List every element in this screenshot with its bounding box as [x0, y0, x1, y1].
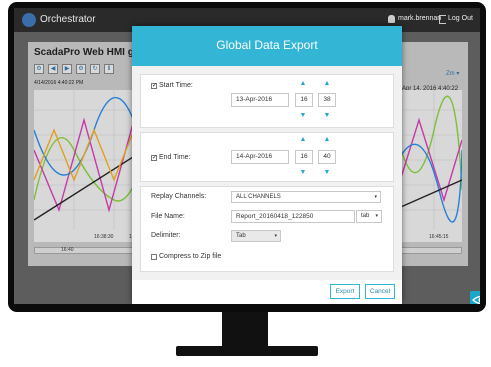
compress-zip-label: Compress to Zip file	[159, 253, 222, 260]
compress-zip-checkbox[interactable]	[151, 254, 157, 260]
toolbar-back-icon[interactable]: ◀	[48, 64, 58, 74]
end-date-input[interactable]: 14-Apr-2016	[231, 150, 289, 164]
end-time-section: ✓ End Time: ▲ ▲ 14-Apr-2016 16 40 ▼ ▼	[140, 132, 394, 182]
monitor-stand-base	[176, 346, 318, 356]
end-minute-down-icon[interactable]: ▼	[322, 169, 332, 176]
file-extension-value: tab	[361, 213, 370, 219]
toolbar-gear-icon[interactable]: ⚙	[76, 64, 86, 74]
start-date-input[interactable]: 13-Apr-2016	[231, 93, 289, 107]
logout-link[interactable]: Log Out	[448, 15, 473, 22]
dialog-title: Global Data Export	[216, 38, 318, 52]
chevron-down-icon: ▾	[274, 233, 277, 239]
start-time-label: Start Time:	[159, 82, 193, 89]
delimiter-label: Delimiter:	[151, 232, 181, 239]
end-hour-up-icon[interactable]: ▲	[298, 136, 308, 143]
tick-label-1: 16:38:30	[94, 234, 114, 240]
panel-title: ScadaPro Web HMI g	[34, 47, 134, 58]
toolbar-settings-icon[interactable]: ⚙	[34, 64, 44, 74]
dialog-header: Global Data Export	[132, 26, 402, 66]
end-time-checkbox[interactable]: ✓	[151, 155, 157, 161]
start-minute-down-icon[interactable]: ▼	[322, 112, 332, 119]
user-icon	[388, 15, 395, 23]
toolbar-refresh-icon[interactable]: ↻	[90, 64, 100, 74]
chevron-down-icon: ▾	[374, 194, 377, 200]
scroll-value: 16:40	[61, 247, 74, 253]
monitor-stand-neck	[222, 312, 268, 348]
monitor-frame: Orchestrator mark.brennan Log Out ScadaP…	[8, 2, 486, 312]
delimiter-value: Tab	[236, 233, 246, 239]
dialog-body: ✓ Start Time: ▲ ▲ 13-Apr-2016 16 38 ▼ ▼ …	[132, 66, 402, 280]
chevron-down-icon: ▾	[375, 213, 378, 219]
start-time-section: ✓ Start Time: ▲ ▲ 13-Apr-2016 16 38 ▼ ▼	[140, 74, 394, 128]
app-logo: Orchestrator	[22, 13, 112, 27]
export-dialog: Global Data Export ✓ Start Time: ▲ ▲ 13-…	[132, 26, 402, 304]
logo-text: Orchestrator	[40, 14, 96, 25]
replay-channels-select[interactable]: ALL CHANNELS ▾	[231, 191, 381, 203]
export-button[interactable]: Export	[330, 284, 360, 299]
end-minute-up-icon[interactable]: ▲	[322, 136, 332, 143]
export-options-section: Replay Channels: ALL CHANNELS ▾ File Nam…	[140, 186, 394, 272]
trend-line-black-right	[393, 179, 463, 211]
trend-line-blue-right	[393, 143, 463, 223]
start-hour-down-icon[interactable]: ▼	[298, 112, 308, 119]
replay-channels-value: ALL CHANNELS	[236, 194, 281, 200]
start-minute-input[interactable]: 38	[318, 93, 336, 107]
file-name-input[interactable]: Report_20160418_122850	[231, 210, 355, 223]
chart-toolbar: ⚙ ◀ ▶ ⚙ ↻ Ⅱ	[34, 64, 144, 74]
dialog-footer: Export Cancel	[132, 280, 402, 304]
trend-line-magenta	[33, 117, 135, 213]
screen: Orchestrator mark.brennan Log Out ScadaP…	[14, 8, 480, 304]
start-time-checkbox[interactable]: ✓	[151, 83, 157, 89]
eye-icon	[471, 295, 480, 304]
end-hour-input[interactable]: 16	[295, 150, 313, 164]
start-minute-up-icon[interactable]: ▲	[322, 80, 332, 87]
toolbar-pause-icon[interactable]: Ⅱ	[104, 64, 114, 74]
user-name[interactable]: mark.brennan	[398, 15, 441, 22]
end-hour-down-icon[interactable]: ▼	[298, 169, 308, 176]
globe-icon	[22, 13, 36, 27]
file-name-label: File Name:	[151, 213, 185, 220]
start-hour-up-icon[interactable]: ▲	[298, 80, 308, 87]
cancel-button[interactable]: Cancel	[365, 284, 395, 299]
delimiter-select[interactable]: Tab ▾	[231, 230, 281, 242]
toolbar-forward-icon[interactable]: ▶	[62, 64, 72, 74]
start-hour-input[interactable]: 16	[295, 93, 313, 107]
zoom-dropdown[interactable]: Zm ▾	[446, 70, 459, 77]
end-time-label: End Time:	[159, 154, 191, 161]
tick-label-3: 16:45:15	[429, 234, 449, 240]
file-extension-select[interactable]: tab ▾	[356, 210, 382, 223]
end-minute-input[interactable]: 40	[318, 150, 336, 164]
logout-icon	[439, 15, 446, 24]
eye-button[interactable]	[470, 291, 480, 304]
replay-channels-label: Replay Channels:	[151, 193, 207, 200]
chart-date-left: 4/14/2016 4:40:22 PM	[34, 80, 84, 86]
